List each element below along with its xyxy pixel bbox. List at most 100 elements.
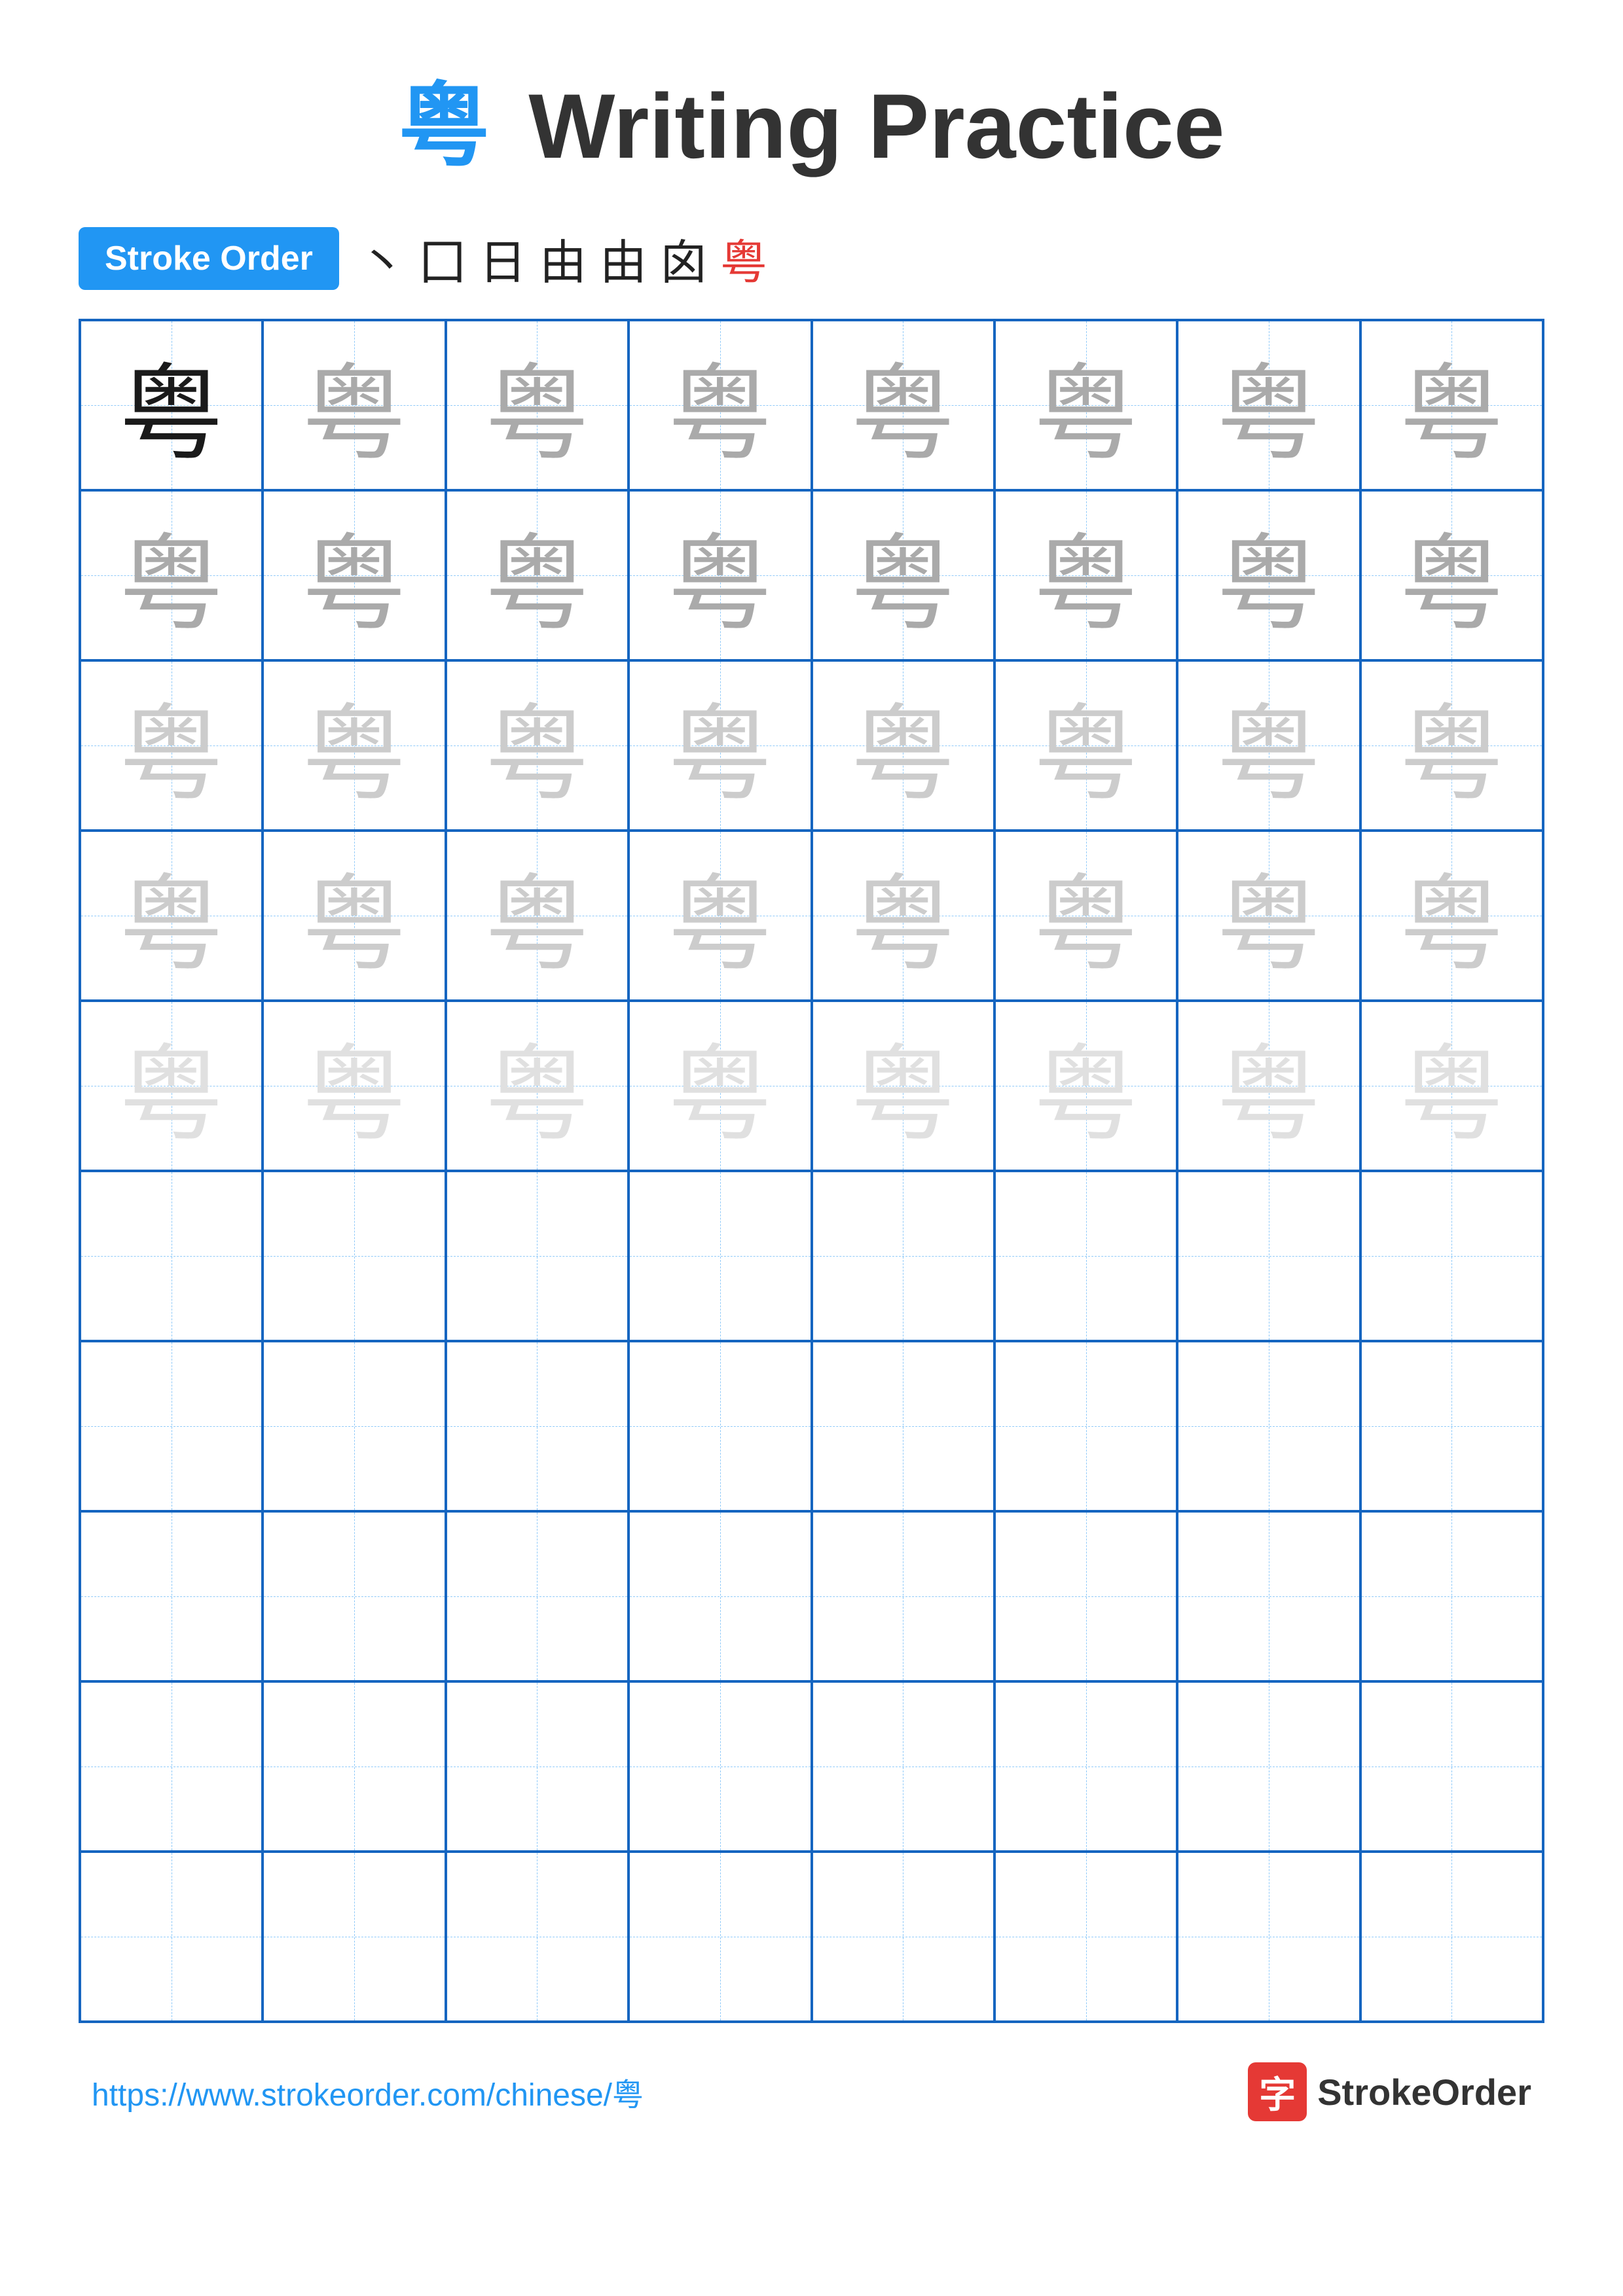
grid-cell[interactable] [994,1341,1177,1511]
grid-cell[interactable]: 粤 [1360,320,1543,490]
practice-char: 粤 [1216,1010,1321,1162]
grid-cell[interactable] [263,1852,445,2022]
grid-cell[interactable]: 粤 [629,1001,811,1171]
grid-cell[interactable] [629,1341,811,1511]
practice-char: 粤 [1034,329,1139,481]
grid-cell[interactable]: 粤 [446,320,629,490]
grid-cell[interactable] [629,1681,811,1852]
stroke-step-4: 由 [539,224,587,293]
practice-grid: 粤 粤 粤 粤 粤 粤 粤 粤 粤 粤 粤 [79,319,1544,2023]
grid-cell[interactable] [812,1171,994,1341]
grid-cell[interactable]: 粤 [80,490,263,660]
grid-cell[interactable] [1360,1171,1543,1341]
stroke-steps: 丶 囗 日 由 由 囟 粤 [359,224,767,293]
grid-cell[interactable]: 粤 [629,831,811,1001]
grid-cell[interactable] [1177,1681,1360,1852]
grid-cell[interactable] [1177,1171,1360,1341]
grid-cell[interactable] [1360,1341,1543,1511]
grid-cell[interactable]: 粤 [812,490,994,660]
grid-cell[interactable] [263,1511,445,1681]
grid-cell[interactable]: 粤 [263,1001,445,1171]
practice-char: 粤 [119,670,224,821]
grid-cell[interactable] [629,1171,811,1341]
grid-cell[interactable] [812,1852,994,2022]
practice-char: 粤 [850,1010,955,1162]
grid-cell[interactable] [80,1511,263,1681]
stroke-step-2: 囗 [419,224,466,293]
grid-cell[interactable] [446,1341,629,1511]
grid-cell[interactable] [994,1852,1177,2022]
grid-cell[interactable]: 粤 [994,660,1177,831]
grid-cell[interactable] [446,1852,629,2022]
grid-cell[interactable]: 粤 [812,660,994,831]
page: 粤 Writing Practice Stroke Order 丶 囗 日 由 … [0,0,1623,2296]
grid-cell[interactable]: 粤 [446,831,629,1001]
grid-cell[interactable] [812,1341,994,1511]
grid-cell[interactable] [446,1681,629,1852]
grid-cell[interactable] [994,1511,1177,1681]
grid-cell[interactable] [812,1511,994,1681]
practice-char: 粤 [119,329,224,481]
grid-cell[interactable]: 粤 [1177,490,1360,660]
grid-cell[interactable] [80,1681,263,1852]
practice-char: 粤 [668,329,773,481]
grid-cell[interactable]: 粤 [994,831,1177,1001]
grid-cell[interactable] [1177,1341,1360,1511]
grid-cell[interactable] [80,1171,263,1341]
footer-logo-icon: 字 [1248,2062,1307,2121]
grid-cell[interactable] [80,1341,263,1511]
grid-cell[interactable]: 粤 [629,320,811,490]
practice-char: 粤 [850,329,955,481]
grid-cell[interactable]: 粤 [1177,660,1360,831]
grid-cell[interactable]: 粤 [1360,660,1543,831]
grid-cell[interactable]: 粤 [263,320,445,490]
grid-cell[interactable]: 粤 [1177,1001,1360,1171]
grid-cell[interactable]: 粤 [80,660,263,831]
grid-cell[interactable] [446,1511,629,1681]
grid-cell[interactable]: 粤 [80,831,263,1001]
grid-cell[interactable]: 粤 [263,660,445,831]
grid-cell[interactable]: 粤 [263,831,445,1001]
grid-cell[interactable] [80,1852,263,2022]
stroke-order-badge: Stroke Order [79,227,339,290]
grid-cell[interactable] [1177,1852,1360,2022]
grid-cell[interactable]: 粤 [629,490,811,660]
grid-cell[interactable] [263,1171,445,1341]
grid-cell[interactable]: 粤 [1177,320,1360,490]
grid-cell[interactable] [1360,1852,1543,2022]
grid-cell[interactable]: 粤 [994,490,1177,660]
practice-char: 粤 [668,1010,773,1162]
grid-cell[interactable]: 粤 [994,1001,1177,1171]
grid-cell[interactable]: 粤 [263,490,445,660]
stroke-step-3: 日 [479,224,526,293]
grid-cell[interactable] [994,1681,1177,1852]
grid-cell[interactable]: 粤 [446,660,629,831]
grid-cell[interactable]: 粤 [1360,831,1543,1001]
grid-cell[interactable]: 粤 [1177,831,1360,1001]
grid-cell[interactable]: 粤 [994,320,1177,490]
grid-cell[interactable]: 粤 [629,660,811,831]
grid-cell[interactable]: 粤 [812,1001,994,1171]
grid-cell[interactable] [263,1341,445,1511]
grid-cell[interactable] [994,1171,1177,1341]
footer-url: https://www.strokeorder.com/chinese/粤 [92,2069,644,2115]
grid-cell[interactable]: 粤 [80,1001,263,1171]
practice-char: 粤 [302,499,407,651]
grid-cell[interactable]: 粤 [446,490,629,660]
grid-cell[interactable]: 粤 [812,320,994,490]
grid-cell[interactable]: 粤 [446,1001,629,1171]
grid-cell[interactable] [629,1511,811,1681]
grid-cell[interactable] [1360,1681,1543,1852]
grid-cell[interactable] [263,1681,445,1852]
grid-cell[interactable]: 粤 [1360,1001,1543,1171]
grid-cell[interactable] [1177,1511,1360,1681]
grid-cell[interactable] [629,1852,811,2022]
practice-char: 粤 [484,670,589,821]
grid-cell[interactable] [812,1681,994,1852]
grid-cell[interactable] [446,1171,629,1341]
practice-char: 粤 [1399,499,1504,651]
grid-cell[interactable]: 粤 [1360,490,1543,660]
grid-cell[interactable]: 粤 [812,831,994,1001]
grid-cell[interactable] [1360,1511,1543,1681]
grid-cell[interactable]: 粤 [80,320,263,490]
